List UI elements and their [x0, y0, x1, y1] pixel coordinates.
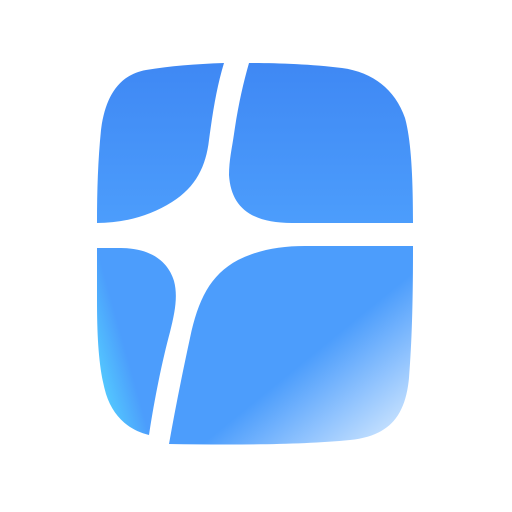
- app-icon-canvas: [0, 0, 512, 512]
- pane-top-right: [229, 63, 413, 223]
- four-pane-window-sparkle-icon: [97, 63, 413, 445]
- pane-top-left: [97, 63, 224, 223]
- pane-bottom-right: [169, 246, 413, 445]
- pane-bottom-left: [97, 248, 176, 435]
